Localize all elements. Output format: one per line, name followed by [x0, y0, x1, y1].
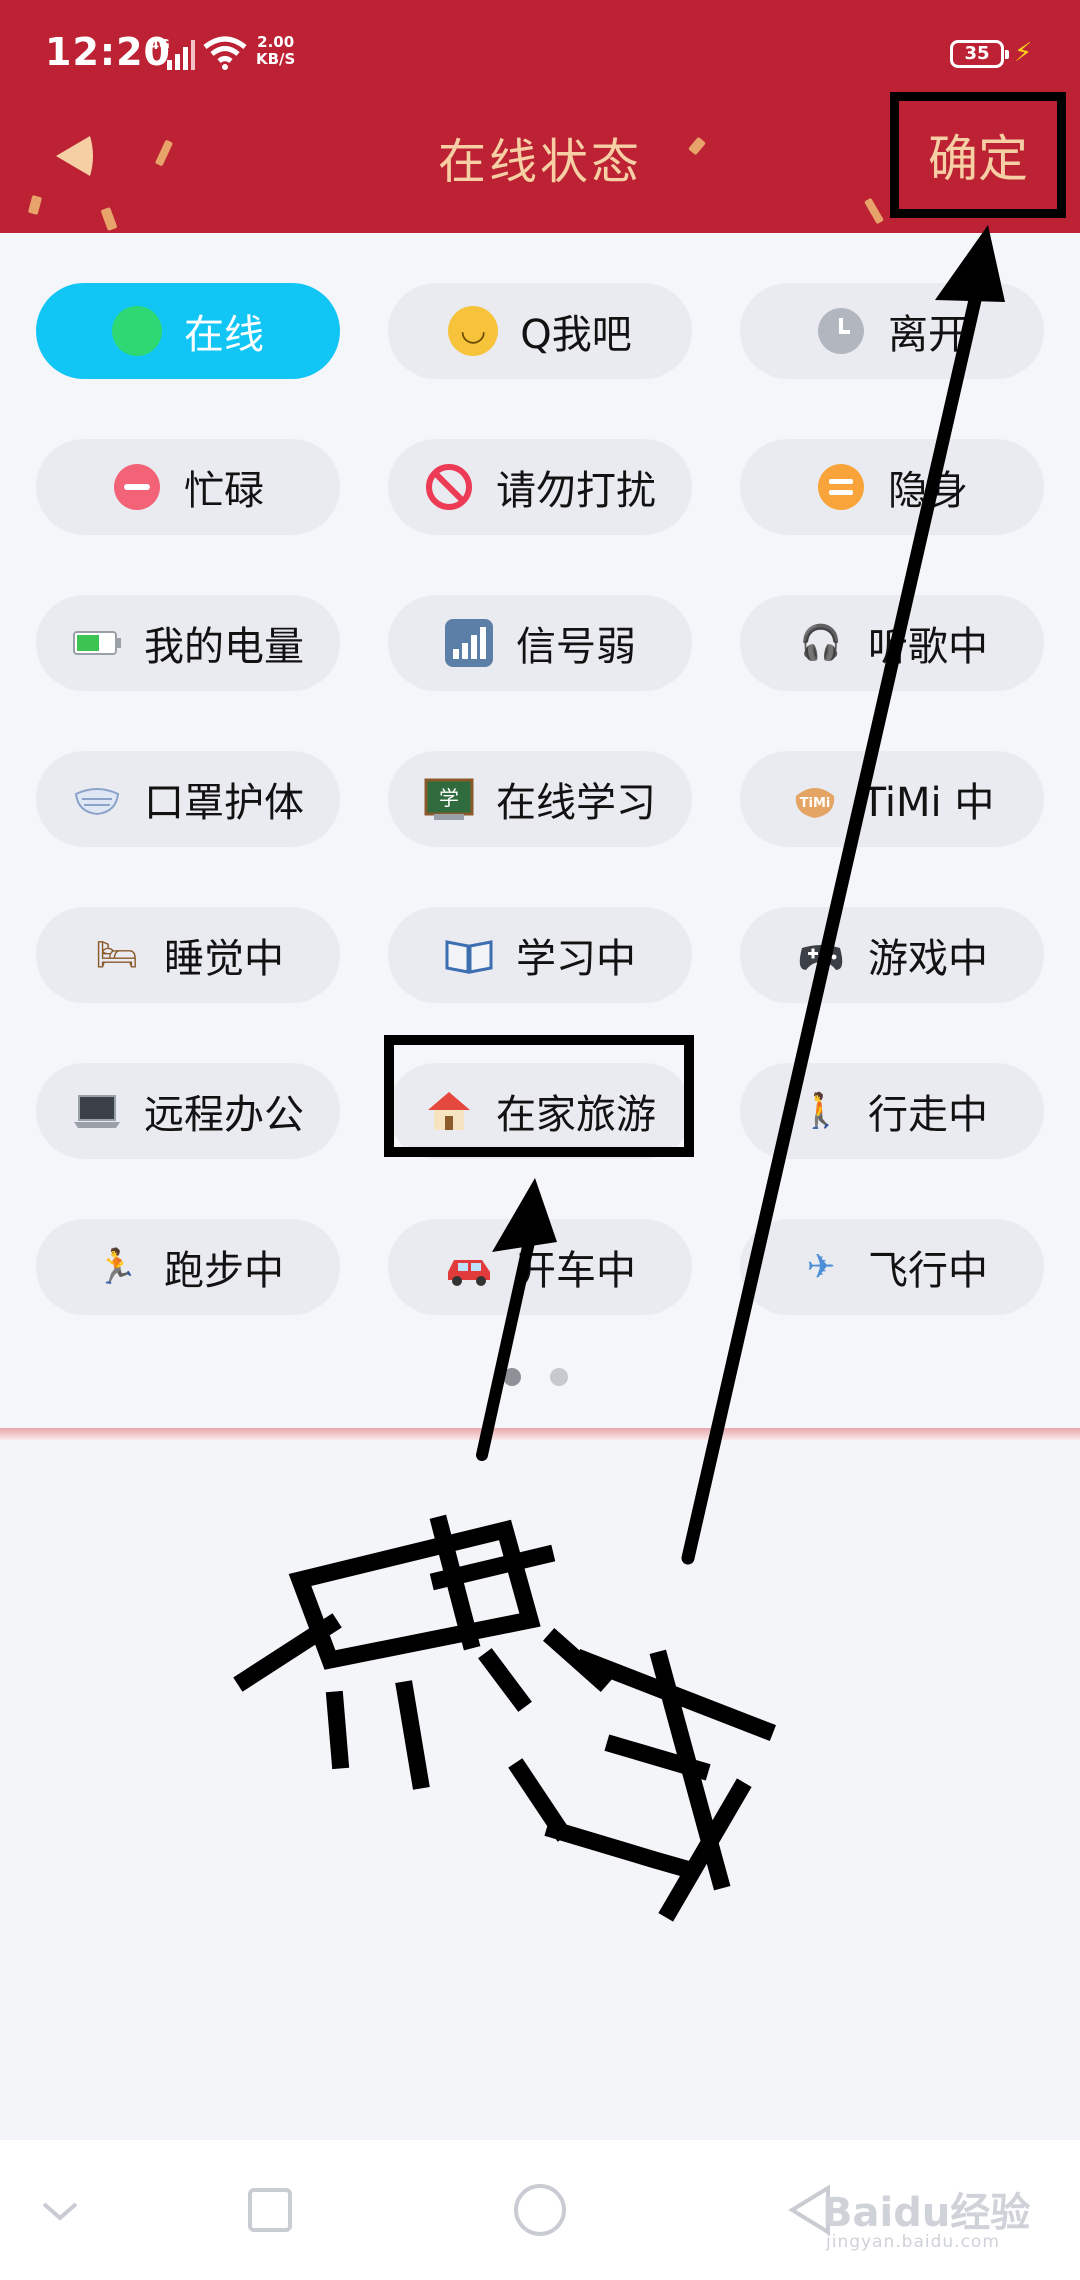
page-dot[interactable]: [550, 1368, 568, 1386]
empty-content-area: [0, 1440, 1080, 2140]
status-chip-q-me[interactable]: ◡ Q我吧: [388, 283, 692, 379]
svg-text:学: 学: [439, 786, 459, 810]
wifi-icon: [203, 36, 247, 70]
chip-label: 在家旅游: [496, 1092, 656, 1138]
chip-label: 离开: [888, 312, 968, 358]
status-chip-running[interactable]: 🏃 跑步中: [36, 1219, 340, 1315]
status-chip-online[interactable]: 在线: [36, 283, 340, 379]
status-chip-mask[interactable]: 口罩护体: [36, 751, 340, 847]
confirm-button[interactable]: 确定: [890, 92, 1066, 218]
chevron-down-icon[interactable]: [30, 2180, 90, 2240]
blackboard-icon: 学: [424, 778, 474, 820]
page-dot-active[interactable]: [503, 1368, 521, 1386]
charging-icon: ⚡: [1014, 38, 1033, 68]
chip-label: 在线: [184, 312, 264, 358]
chip-label: 飞行中: [868, 1248, 988, 1294]
chip-label: 跑步中: [164, 1248, 284, 1294]
headphones-icon: 🎧: [799, 623, 843, 663]
network-speed: 2.00 KB/S: [256, 34, 295, 68]
status-chip-listening-music[interactable]: 🎧 听歌中: [740, 595, 1044, 691]
laptop-icon: [74, 1095, 120, 1128]
walking-icon: 🚶: [799, 1091, 843, 1131]
chip-label: 口罩护体: [144, 780, 304, 826]
baidu-watermark-url: jingyan.baidu.com: [826, 2232, 1000, 2252]
clock-icon: [818, 308, 864, 354]
bed-icon: 🛏: [95, 935, 139, 975]
chip-label: 听歌中: [868, 624, 988, 670]
home-icon[interactable]: [510, 2180, 570, 2240]
confirm-label: 确定: [928, 130, 1028, 188]
running-icon: 🏃: [95, 1247, 139, 1287]
chip-label: Q我吧: [520, 312, 632, 358]
status-chip-online-study[interactable]: 学 在线学习: [388, 751, 692, 847]
section-divider: [0, 1428, 1080, 1440]
confetti-decoration: [27, 195, 43, 215]
svg-text:TiMi: TiMi: [799, 796, 830, 811]
status-chip-weak-signal[interactable]: 信号弱: [388, 595, 692, 691]
airplane-icon: ✈: [806, 1247, 836, 1287]
status-chip-driving[interactable]: 开车中: [388, 1219, 692, 1315]
status-chip-gaming[interactable]: 游戏中: [740, 907, 1044, 1003]
battery-indicator: 35: [950, 40, 1009, 68]
page-indicator: [0, 1368, 1080, 1388]
chip-label: 请勿打扰: [496, 468, 656, 514]
chip-label: 我的电量: [144, 624, 304, 670]
chip-label: 忙碌: [184, 468, 264, 514]
chip-label: 信号弱: [516, 624, 636, 670]
smiley-icon: ◡: [448, 306, 499, 356]
status-chip-flying[interactable]: ✈ 飞行中: [740, 1219, 1044, 1315]
status-chip-timi[interactable]: TiMi TiMi 中: [740, 751, 1044, 847]
chip-label: 远程办公: [144, 1092, 304, 1138]
invisible-icon: [818, 464, 864, 510]
status-chip-do-not-disturb[interactable]: 请勿打扰: [388, 439, 692, 535]
status-chip-away[interactable]: 离开: [740, 283, 1044, 379]
status-chip-busy[interactable]: 忙碌: [36, 439, 340, 535]
chip-label: 睡觉中: [164, 936, 284, 982]
status-chip-remote-work[interactable]: 远程办公: [36, 1063, 340, 1159]
baidu-watermark: Baidu经验: [822, 2190, 1031, 2236]
status-chip-walking[interactable]: 🚶 行走中: [740, 1063, 1044, 1159]
battery-icon: [73, 631, 121, 655]
timi-icon: TiMi: [795, 788, 834, 818]
online-dot-icon: [112, 306, 162, 356]
no-entry-icon: [426, 464, 472, 510]
signal-icon: [445, 619, 493, 667]
chip-label: 学习中: [516, 936, 636, 982]
book-icon: [445, 940, 493, 974]
status-chip-home-travel[interactable]: 在家旅游: [388, 1063, 692, 1159]
speed-value: 2.00: [257, 33, 295, 51]
busy-icon: [114, 464, 160, 510]
chip-label: 隐身: [888, 468, 968, 514]
status-chip-sleeping[interactable]: 🛏 睡觉中: [36, 907, 340, 1003]
chip-label: 开车中: [516, 1248, 636, 1294]
chip-label: 游戏中: [868, 936, 988, 982]
status-grid: 在线 ◡ Q我吧 离开 忙碌 请勿打扰 隐身 我的电量 信号弱 🎧 听歌中 口罩…: [0, 233, 1080, 1433]
speed-unit: KB/S: [256, 50, 296, 68]
gamepad-icon: [799, 945, 843, 970]
status-chip-studying[interactable]: 学习中: [388, 907, 692, 1003]
signal-bars-icon: [167, 40, 195, 70]
house-icon: [428, 1092, 470, 1130]
chip-label: TiMi 中: [861, 780, 995, 826]
status-chip-my-battery[interactable]: 我的电量: [36, 595, 340, 691]
chip-label: 行走中: [868, 1092, 988, 1138]
confetti-decoration: [100, 206, 118, 232]
car-icon: [448, 1260, 490, 1286]
mask-icon: [74, 788, 120, 816]
chip-label: 在线学习: [496, 780, 656, 826]
status-chip-invisible[interactable]: 隐身: [740, 439, 1044, 535]
header-bar: 12:20 4G 2.00 KB/S 35 ⚡ 在线状态 确定: [0, 0, 1080, 233]
recent-apps-icon[interactable]: [240, 2180, 300, 2240]
confetti-decoration: [864, 197, 884, 225]
